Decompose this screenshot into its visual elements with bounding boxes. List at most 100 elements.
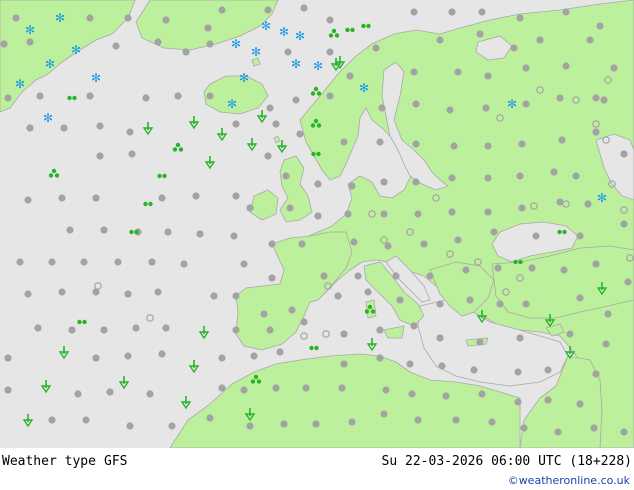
gray-dot-icon	[412, 178, 420, 186]
snowflake-icon: ✻	[279, 25, 289, 39]
snowflake-icon: ✻	[313, 59, 323, 73]
gray-dot-icon	[454, 68, 462, 76]
gray-dot-icon	[158, 194, 166, 202]
gray-dot-icon	[282, 172, 290, 180]
snowflake-icon: ✻	[15, 77, 25, 91]
gray-dot-icon	[146, 390, 154, 398]
credit-link[interactable]: ©weatheronline.co.uk	[508, 474, 630, 487]
gray-dot-icon	[162, 324, 170, 332]
gray-dot-icon	[264, 152, 272, 160]
shower-cluster-icon	[313, 118, 319, 124]
gray-dot-icon	[4, 386, 12, 394]
gray-dot-icon	[516, 14, 524, 22]
gray-dot-icon	[364, 288, 372, 296]
gray-dot-icon	[348, 418, 356, 426]
gray-dot-icon	[80, 258, 88, 266]
gray-dot-icon	[232, 192, 240, 200]
gray-dot-icon	[516, 172, 524, 180]
gray-dot-icon	[96, 122, 104, 130]
gray-dot-icon	[230, 232, 238, 240]
shower-cluster-icon	[172, 147, 178, 152]
gray-dot-icon	[96, 152, 104, 160]
gray-dot-icon	[340, 360, 348, 368]
gray-dot-icon	[412, 140, 420, 148]
drizzle-icon	[350, 27, 355, 33]
gray-dot-icon	[154, 288, 162, 296]
gray-dot-icon	[206, 414, 214, 422]
gray-dot-icon	[510, 44, 518, 52]
gray-dot-icon	[128, 150, 136, 158]
gray-dot-icon	[410, 68, 418, 76]
shower-cluster-icon	[316, 91, 322, 96]
gray-dot-icon	[408, 390, 416, 398]
gray-dot-icon	[396, 296, 404, 304]
gray-dot-icon	[112, 42, 120, 50]
gray-dot-icon	[36, 92, 44, 100]
gray-dot-icon	[380, 178, 388, 186]
gray-dot-icon	[26, 38, 34, 46]
gray-dot-icon	[298, 240, 306, 248]
gray-dot-icon	[528, 264, 536, 272]
gray-dot-icon	[232, 326, 240, 334]
shower-cluster-icon	[310, 123, 316, 128]
gray-dot-icon	[268, 274, 276, 282]
gray-dot-icon	[58, 194, 66, 202]
snowflake-icon: ✻	[251, 45, 261, 59]
gray-dot-icon	[466, 296, 474, 304]
gray-dot-icon	[484, 174, 492, 182]
gray-dot-icon	[60, 124, 68, 132]
gray-dot-icon	[204, 24, 212, 32]
gray-dot-icon	[600, 96, 608, 104]
gray-dot-icon	[596, 22, 604, 30]
gray-dot-icon	[442, 392, 450, 400]
gray-dot-icon	[284, 48, 292, 56]
gray-dot-icon	[180, 260, 188, 268]
drizzle-icon	[77, 319, 82, 325]
gray-dot-icon	[572, 172, 580, 180]
gray-dot-icon	[522, 300, 530, 308]
gray-dot-icon	[476, 30, 484, 38]
map-title: Weather type	[2, 454, 96, 469]
gray-dot-icon	[450, 142, 458, 150]
gray-dot-icon	[438, 362, 446, 370]
gray-dot-icon	[412, 100, 420, 108]
gray-dot-icon	[532, 232, 540, 240]
gray-dot-icon	[446, 106, 454, 114]
gray-dot-icon	[142, 94, 150, 102]
snowflake-icon: ✻	[55, 11, 65, 25]
gray-dot-icon	[16, 258, 24, 266]
gray-dot-icon	[558, 136, 566, 144]
gray-dot-icon	[380, 210, 388, 218]
gray-dot-icon	[250, 352, 258, 360]
gray-dot-icon	[48, 416, 56, 424]
gray-dot-icon	[406, 360, 414, 368]
gray-dot-icon	[240, 386, 248, 394]
gray-dot-icon	[0, 40, 8, 48]
gray-dot-icon	[66, 226, 74, 234]
gray-dot-icon	[522, 64, 530, 72]
gray-dot-icon	[518, 140, 526, 148]
gray-dot-icon	[462, 266, 470, 274]
snowflake-icon: ✻	[45, 57, 55, 71]
drizzle-icon	[157, 173, 162, 179]
gray-dot-icon	[410, 322, 418, 330]
gray-dot-icon	[478, 8, 486, 16]
snowflake-icon: ✻	[231, 37, 241, 51]
gray-dot-icon	[196, 230, 204, 238]
gray-dot-icon	[218, 384, 226, 392]
gray-dot-icon	[12, 14, 20, 22]
gray-dot-icon	[300, 4, 308, 12]
snowflake-icon: ✻	[43, 111, 53, 125]
gray-dot-icon	[124, 14, 132, 22]
drizzle-icon	[134, 229, 139, 235]
gray-dot-icon	[232, 120, 240, 128]
drizzle-icon	[314, 345, 319, 351]
gray-dot-icon	[148, 258, 156, 266]
gray-dot-icon	[376, 326, 384, 334]
gray-dot-icon	[514, 368, 522, 376]
gray-dot-icon	[436, 36, 444, 44]
gray-dot-icon	[246, 422, 254, 430]
snowflake-icon: ✻	[359, 81, 369, 95]
gray-dot-icon	[620, 220, 628, 228]
gray-dot-icon	[610, 64, 618, 72]
